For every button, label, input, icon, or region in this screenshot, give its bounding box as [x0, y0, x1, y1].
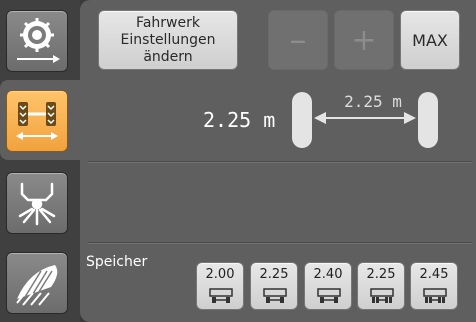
sidebar-item-track-width[interactable]: [6, 90, 68, 152]
axle-single-icon: [263, 288, 287, 303]
memory-slot-value: 2.45: [419, 267, 449, 282]
divider-bottom: [88, 242, 472, 244]
memory-slot-3[interactable]: 2.40: [304, 262, 352, 310]
sidebar-item-hitch[interactable]: [6, 172, 68, 234]
max-button[interactable]: MAX: [400, 10, 460, 70]
axle-single-icon: [209, 288, 233, 303]
diagram-track-width-label: 2.25 m: [344, 92, 402, 111]
sidebar-item-spreader[interactable]: [6, 252, 68, 314]
axle-double-icon: [423, 288, 447, 303]
axle-double-icon: [370, 288, 394, 303]
axle-single-icon: [317, 288, 341, 303]
memory-slot-5[interactable]: 2.45: [410, 262, 458, 310]
memory-slot-value: 2.00: [205, 267, 235, 282]
hitch-icon: [18, 182, 56, 226]
change-chassis-settings-button[interactable]: Fahrwerk Einstellungen ändern: [98, 10, 238, 70]
memory-slot-4[interactable]: 2.25: [357, 262, 405, 310]
memory-slot-value: 2.25: [259, 267, 289, 282]
track-width-value: 2.25 m: [203, 108, 276, 132]
memory-label: Speicher: [86, 254, 148, 270]
memory-slot-value: 2.40: [313, 267, 343, 282]
sidebar-item-wheel[interactable]: [6, 10, 68, 72]
spreader-icon: [16, 265, 58, 306]
track-width-icon: [16, 102, 58, 140]
memory-slot-1[interactable]: 2.00: [196, 262, 244, 310]
increase-button[interactable]: +: [334, 10, 394, 70]
memory-slot-2[interactable]: 2.25: [250, 262, 298, 310]
decrease-button[interactable]: –: [268, 10, 328, 70]
sidebar: [0, 0, 86, 322]
memory-slot-value: 2.25: [366, 267, 396, 282]
wheel-arrow-icon: [17, 18, 60, 63]
track-width-panel: Fahrwerk Einstellungen ändern – + MAX 2.…: [80, 0, 476, 322]
divider-top: [88, 161, 472, 163]
